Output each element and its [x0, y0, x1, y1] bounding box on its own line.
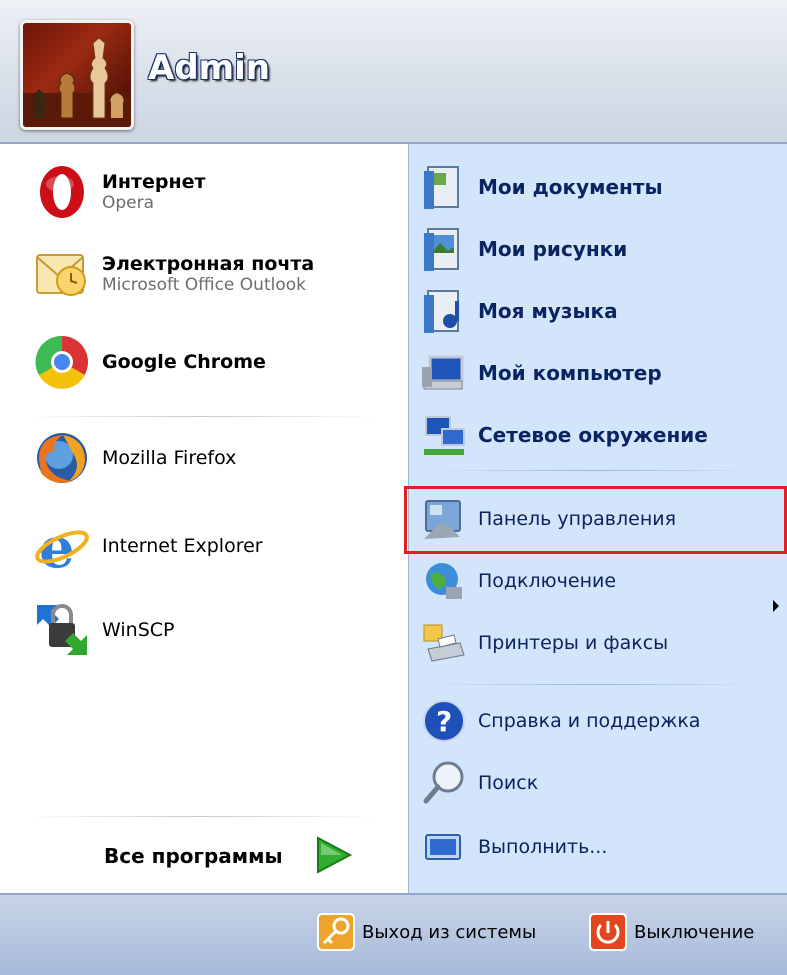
printers-faxes-label: Принтеры и факсы [478, 632, 669, 654]
control-panel-highlight-box [404, 486, 787, 554]
place-label: Мой компьютер [478, 361, 662, 385]
start-menu-header: Admin [0, 0, 787, 144]
winscp-icon [32, 600, 92, 660]
separator [430, 470, 760, 471]
printer-icon [423, 624, 465, 662]
start-menu-footer: Выход из системы Выключение [0, 893, 787, 975]
help-support-item[interactable]: ? Справка и поддержка [420, 696, 700, 746]
key-icon [317, 913, 355, 951]
place-label: Сетевое окружение [478, 423, 708, 447]
recent-item-firefox[interactable]: Mozilla Firefox [32, 428, 236, 488]
separator [430, 684, 760, 685]
connect-to-label: Подключение [478, 570, 617, 592]
separator [24, 816, 380, 817]
place-network[interactable]: Сетевое окружение [420, 410, 708, 460]
svg-text:?: ? [436, 705, 452, 738]
search-label: Поиск [478, 772, 539, 794]
pinned-item-title: Интернет [102, 171, 206, 193]
help-icon: ? [423, 700, 465, 742]
opera-icon [32, 162, 92, 222]
green-arrow-icon [317, 836, 353, 874]
my-music-icon [424, 290, 459, 333]
place-my-music[interactable]: Моя музыка [420, 286, 618, 336]
chrome-icon [32, 332, 92, 392]
pinned-item-subtitle: Microsoft Office Outlook [102, 275, 306, 295]
run-icon [425, 834, 461, 860]
outlook-icon [32, 244, 92, 304]
recent-item-winscp[interactable]: WinSCP [32, 600, 174, 660]
pinned-item-email[interactable]: Электронная почта Microsoft Office Outlo… [32, 244, 314, 304]
separator [24, 416, 380, 417]
recent-item-internet-explorer[interactable]: e Internet Explorer [32, 516, 263, 576]
pinned-item-internet[interactable]: Интернет Opera [32, 162, 206, 222]
firefox-icon [32, 428, 92, 488]
network-places-icon [424, 416, 465, 455]
pinned-item-title: Электронная почта [102, 253, 315, 275]
place-label: Моя музыка [478, 299, 618, 323]
user-name: Admin [148, 48, 270, 88]
run-label: Выполнить... [478, 836, 608, 858]
all-programs-button[interactable]: Все программы [0, 822, 408, 890]
globe-network-icon [426, 563, 462, 599]
connect-to-item[interactable]: Подключение [420, 556, 616, 606]
log-off-button[interactable]: Выход из системы [316, 910, 536, 954]
place-my-pictures[interactable]: Мои рисунки [420, 224, 627, 274]
place-label: Мои рисунки [478, 237, 628, 261]
place-my-computer[interactable]: Мой компьютер [420, 348, 662, 398]
pinned-item-title: Google Chrome [102, 351, 266, 373]
pinned-item-subtitle: Opera [102, 193, 155, 213]
shutdown-button[interactable]: Выключение [588, 910, 754, 954]
internet-explorer-icon: e [32, 516, 92, 576]
help-support-label: Справка и поддержка [478, 710, 701, 732]
my-computer-icon [422, 355, 464, 390]
user-avatar-icon[interactable] [20, 20, 134, 130]
my-documents-icon [424, 166, 459, 209]
pinned-item-google-chrome[interactable]: Google Chrome [32, 332, 266, 392]
place-label: Мои документы [478, 175, 663, 199]
recent-item-label: WinSCP [102, 619, 175, 641]
place-my-documents[interactable]: Мои документы [420, 162, 663, 212]
all-programs-label: Все программы [104, 844, 283, 868]
power-icon [589, 913, 627, 951]
submenu-arrow-icon [773, 600, 779, 612]
my-pictures-icon [424, 228, 459, 271]
printers-faxes-item[interactable]: Принтеры и факсы [420, 618, 668, 668]
log-off-label: Выход из системы [362, 921, 537, 943]
search-icon [423, 761, 464, 804]
recent-item-label: Internet Explorer [102, 535, 263, 557]
run-item[interactable]: Выполнить... [420, 822, 607, 872]
shutdown-label: Выключение [634, 921, 755, 943]
recent-item-label: Mozilla Firefox [102, 447, 237, 469]
search-item[interactable]: Поиск [420, 758, 538, 808]
